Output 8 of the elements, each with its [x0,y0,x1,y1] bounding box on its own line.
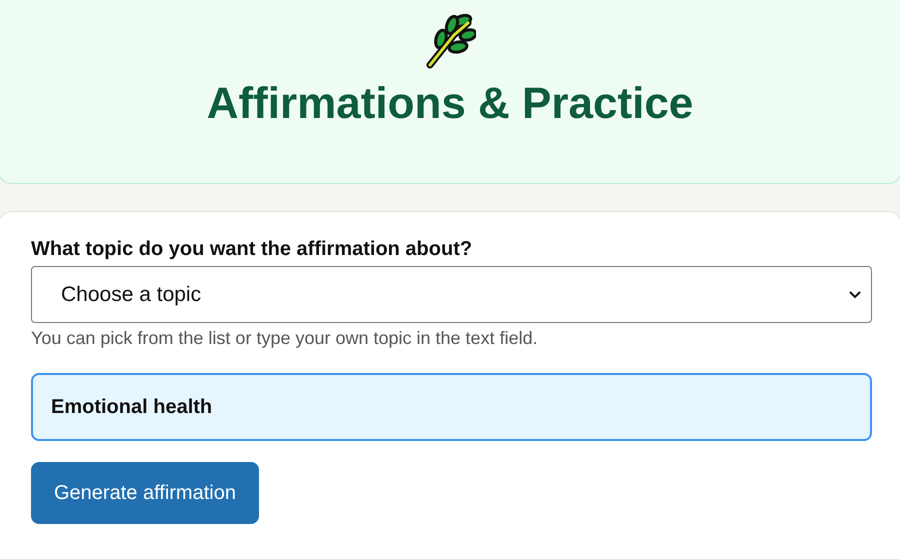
chevron-down-icon [849,290,861,298]
topic-input-field[interactable]: Emotional health [31,373,872,441]
topic-select[interactable]: Choose a topic [31,266,872,323]
hint-text: You can pick from the list or type your own topic in the text field. [31,328,538,349]
generate-button[interactable]: Generate affirmation [31,462,259,524]
leaf-sprig-icon [424,13,476,69]
field-label: What topic do you want the affirmation about? [31,238,472,261]
page-title: Affirmations & Practice [206,79,694,129]
